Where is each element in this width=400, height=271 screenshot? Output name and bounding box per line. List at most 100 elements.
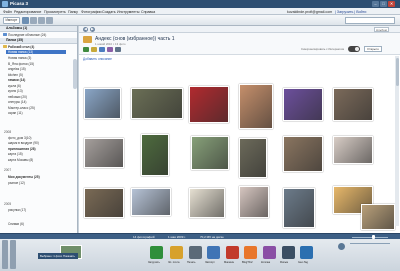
photo-wedding-outdoor[interactable] — [141, 134, 169, 176]
tray-action-1-icon[interactable] — [170, 246, 183, 259]
sidebar-scrollbar[interactable] — [73, 59, 77, 89]
folder-item[interactable]: Снимки (6) — [8, 222, 24, 226]
main-scrollbar[interactable] — [395, 56, 399, 226]
folder-item[interactable]: снегуры (14) — [8, 100, 26, 104]
tray-action-7-icon[interactable] — [282, 246, 295, 259]
folder-item[interactable]: скрап (11) — [8, 111, 23, 115]
selection-info[interactable]: Выбрано: 1 фото Показать — [38, 253, 78, 259]
export-icon[interactable] — [99, 47, 105, 52]
folder-item[interactable]: фото_дом 3(10) — [8, 136, 31, 140]
movie-icon[interactable] — [115, 47, 121, 52]
folder-item[interactable]: Новая папка (3) — [8, 56, 31, 60]
tray-action-6-icon[interactable] — [263, 246, 276, 259]
people-view-icon[interactable] — [38, 17, 45, 24]
rotate-left-icon[interactable] — [338, 243, 345, 250]
import-button[interactable]: Импорт — [3, 17, 20, 24]
folder-item[interactable]: Мастер-класс (25) — [8, 106, 35, 110]
folder-item[interactable]: разное (12) — [8, 181, 25, 185]
folder-item[interactable]: приглашения (28) — [8, 147, 36, 151]
close-button[interactable]: ✕ — [388, 1, 395, 7]
menu-folder[interactable]: Папку — [68, 10, 78, 14]
photo-cat[interactable] — [283, 136, 323, 172]
tray-hold-icon[interactable] — [2, 240, 8, 269]
maximize-button[interactable]: □ — [380, 1, 387, 7]
folder-item[interactable]: шарик в воздухе (90) — [8, 141, 39, 145]
folder-item[interactable]: рисунки (17) — [8, 208, 26, 212]
sync-label: Синхронизировать с Интернетом — [301, 47, 344, 51]
year-label: 2008 — [4, 130, 12, 134]
photo-statue[interactable] — [239, 138, 267, 178]
photo-red-flower[interactable] — [131, 88, 183, 119]
folder-item[interactable]: Мои документы (25) — [8, 175, 40, 179]
folder-item[interactable]: кукла (6) — [8, 84, 21, 88]
folders-section-header[interactable]: Папки (35) — [0, 38, 77, 44]
sync-toggle[interactable] — [348, 46, 360, 52]
timeline-view-icon[interactable] — [30, 17, 37, 24]
tray-action-3-icon[interactable] — [207, 246, 220, 259]
albums-section-header[interactable]: Альбомы (1) — [0, 26, 77, 32]
tray-action-4-icon[interactable] — [226, 246, 239, 259]
account-links[interactable]: | Загрузить | Войти — [335, 10, 366, 14]
folder-panel: Альбомы (1) Последние облачные (24) Папк… — [0, 26, 78, 233]
folder-item[interactable]: карта (15) — [8, 152, 23, 156]
folder-item[interactable]: В_Яна фотки (15) — [8, 62, 34, 66]
folder-item[interactable]: angelas (15) — [8, 67, 26, 71]
account-email: kuvaldinde.profi@gmail.com — [287, 9, 333, 14]
navigation-bar: ◀ ▶ Альбом — [79, 26, 400, 33]
folder-item[interactable]: пейзажи (20) — [8, 95, 27, 99]
view-select[interactable]: Альбом — [374, 27, 389, 32]
photo-jewelry[interactable] — [189, 188, 225, 218]
main-panel: ◀ ▶ Альбом Андекс (снов (избранное)) час… — [79, 26, 400, 233]
menu-photos[interactable]: Фотографии — [81, 10, 102, 14]
map-view-icon[interactable] — [46, 17, 53, 24]
folder-item[interactable]: kitchen (5) — [8, 73, 23, 77]
share-button[interactable]: Открыто — [364, 46, 382, 52]
photo-purple-flowers[interactable] — [283, 88, 323, 121]
photo-couple-studio[interactable] — [333, 136, 373, 164]
year-label: 2005 — [4, 202, 12, 206]
folder-item[interactable]: кухня (13) — [8, 89, 23, 93]
gift-cd-icon[interactable] — [91, 47, 97, 52]
tray-action-label: BlogThis! — [242, 261, 253, 264]
collage-icon[interactable] — [107, 47, 113, 52]
tray-action-5-icon[interactable] — [244, 246, 257, 259]
folder-desktop[interactable]: Рабочий стол (4) — [8, 45, 34, 49]
photo-child-portrait[interactable] — [239, 84, 273, 129]
photo-bride-portrait[interactable] — [239, 186, 269, 218]
photo-rose[interactable] — [189, 86, 229, 123]
photo-couple-winter[interactable] — [84, 138, 124, 168]
photo-dark-plant[interactable] — [333, 88, 373, 121]
photo-woman-standing[interactable] — [283, 188, 315, 228]
tray-clear-icon[interactable] — [10, 240, 16, 269]
scrollbar-thumb[interactable] — [395, 58, 399, 86]
folder-item[interactable]: гамаки (14) — [8, 78, 25, 82]
play-slideshow-icon[interactable] — [83, 47, 89, 52]
tray-action-0-icon[interactable] — [150, 246, 163, 259]
photo-bride-groom[interactable] — [191, 136, 229, 170]
folder-item[interactable]: карта Москвы (8) — [8, 158, 33, 162]
minimize-button[interactable]: – — [372, 1, 379, 7]
menu-tools[interactable]: Инструменты — [117, 10, 139, 14]
album-item[interactable]: Последние облачные (24) — [8, 33, 46, 37]
tray-action-8-icon[interactable] — [300, 246, 313, 259]
folder-item-selected[interactable]: Новая папка (13) — [6, 50, 66, 54]
photo-girl-in-field[interactable] — [84, 88, 121, 119]
tray-action-2-icon[interactable] — [189, 246, 202, 259]
search-input[interactable] — [345, 17, 395, 24]
tray-action-label: Экспорт — [205, 261, 215, 264]
menu-create[interactable]: Создать — [102, 10, 116, 14]
photo-child-dress[interactable] — [131, 188, 171, 216]
back-button[interactable]: ◀ — [83, 27, 88, 32]
photo-horse[interactable] — [361, 204, 395, 230]
year-label: 2007 — [4, 168, 12, 172]
library-view-icon[interactable] — [22, 17, 29, 24]
forward-button[interactable]: ▶ — [90, 27, 95, 32]
add-description-link[interactable]: Добавить описание — [83, 57, 112, 61]
tray-zoom-slider[interactable] — [350, 243, 390, 244]
menu-help[interactable]: Справка — [141, 10, 155, 14]
menu-edit[interactable]: Редактирование — [14, 10, 41, 14]
photo-hands-book[interactable] — [84, 188, 124, 218]
menu-view[interactable]: Просмотреть — [44, 10, 66, 14]
thumbnail-zoom-slider[interactable] — [352, 236, 388, 238]
menu-file[interactable]: Файл — [3, 10, 12, 14]
